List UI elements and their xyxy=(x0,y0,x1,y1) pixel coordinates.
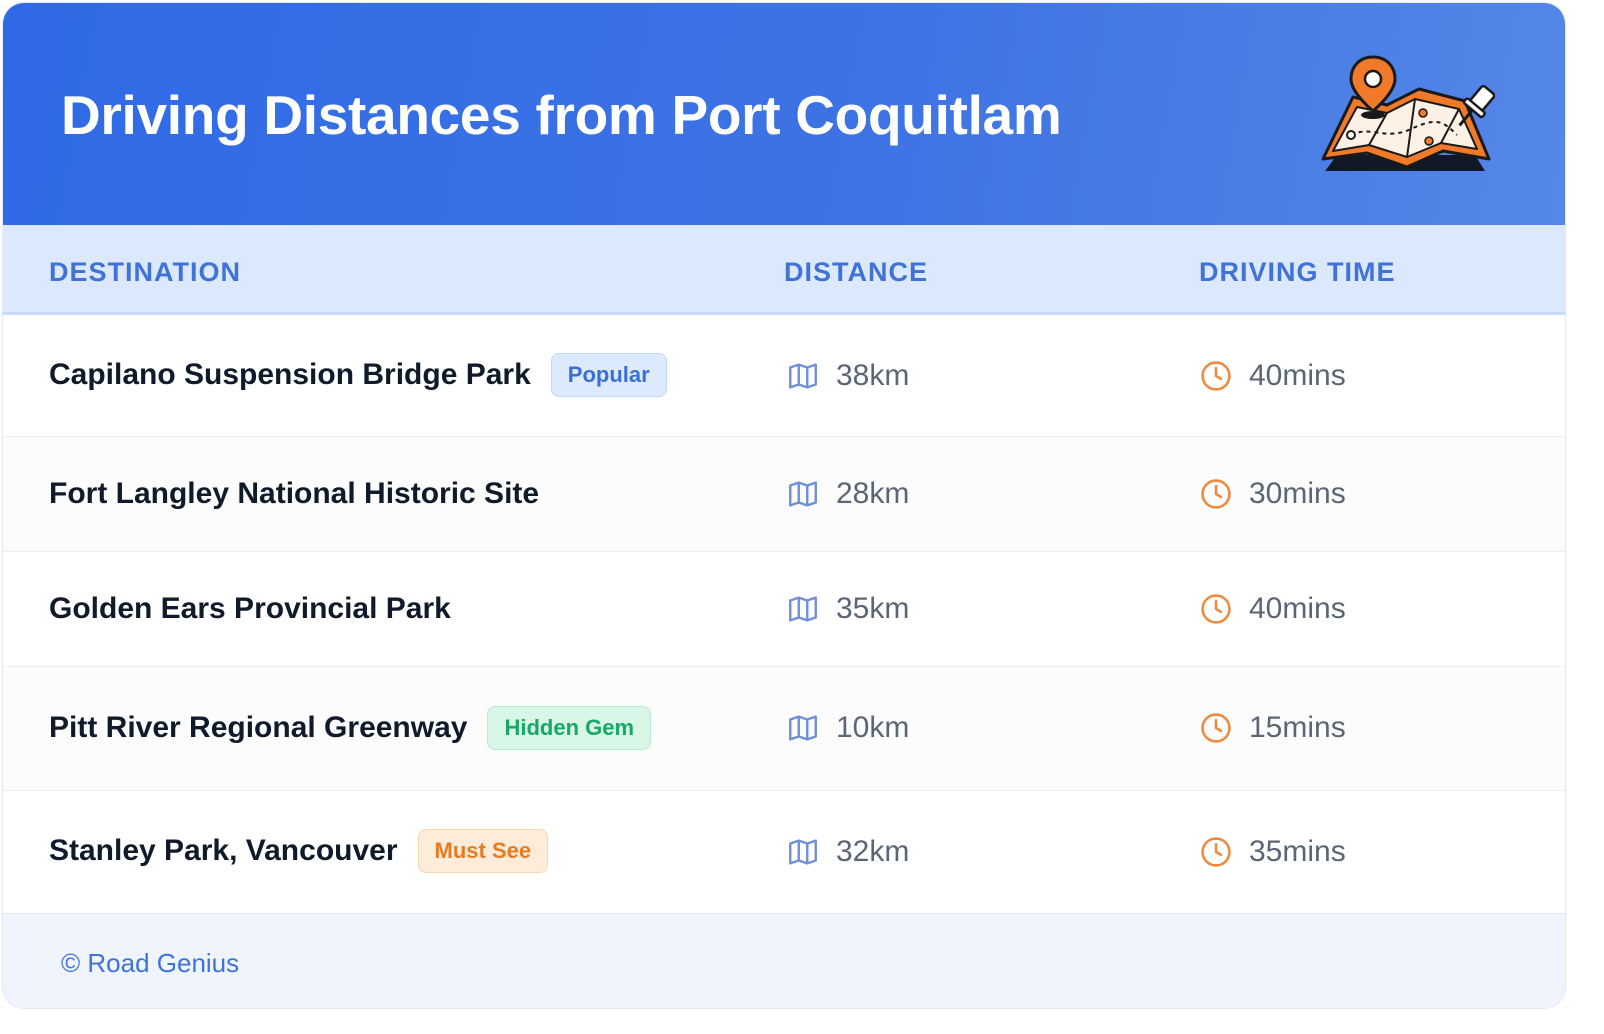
driving-time-value: 15mins xyxy=(1249,711,1346,744)
destination-name: Pitt River Regional Greenway xyxy=(49,711,468,744)
clock-icon xyxy=(1201,837,1231,867)
table-row: Golden Ears Provincial Park 35km 40mins xyxy=(3,552,1565,667)
driving-time-value: 40mins xyxy=(1249,592,1346,625)
column-header-distance: DISTANCE xyxy=(784,257,929,287)
table-row: Stanley Park, Vancouver Must See 32km 35… xyxy=(3,791,1565,915)
table-row: Capilano Suspension Bridge Park Popular … xyxy=(3,315,1565,437)
clock-icon xyxy=(1201,479,1231,509)
distance-value: 28km xyxy=(836,477,910,510)
driving-time-value: 30mins xyxy=(1249,477,1346,510)
clock-icon xyxy=(1201,361,1231,391)
column-header-driving-time: DRIVING TIME xyxy=(1199,257,1396,287)
clock-icon xyxy=(1201,713,1231,743)
card-footer: © Road Genius xyxy=(3,914,1565,1008)
destination-name: Stanley Park, Vancouver xyxy=(49,834,398,867)
destination-name: Golden Ears Provincial Park xyxy=(49,592,451,625)
distance-card: Driving Distances from Port Coquitlam DE… xyxy=(2,2,1566,1009)
page-title: Driving Distances from Port Coquitlam xyxy=(61,84,1062,146)
distance-value: 35km xyxy=(836,592,910,625)
distance-value: 10km xyxy=(836,711,910,744)
distance-value: 32km xyxy=(836,835,910,868)
column-header-destination: DESTINATION xyxy=(49,257,241,287)
table-header-row: DESTINATION DISTANCE DRIVING TIME xyxy=(3,225,1565,315)
hidden-gem-badge: Hidden Gem xyxy=(487,706,652,750)
popular-badge: Popular xyxy=(550,353,667,397)
table-row: Fort Langley National Historic Site 28km… xyxy=(3,437,1565,552)
map-icon xyxy=(789,481,817,507)
map-icon xyxy=(789,363,817,389)
card-header: Driving Distances from Port Coquitlam xyxy=(3,3,1565,225)
must-see-badge: Must See xyxy=(417,829,549,873)
map-icon xyxy=(789,596,817,622)
table-row: Pitt River Regional Greenway Hidden Gem … xyxy=(3,667,1565,791)
driving-time-value: 40mins xyxy=(1249,359,1346,392)
map-illustration-icon xyxy=(1321,55,1495,171)
copyright-text: © Road Genius xyxy=(61,948,240,978)
map-icon xyxy=(789,839,817,865)
driving-time-value: 35mins xyxy=(1249,835,1346,868)
clock-icon xyxy=(1201,594,1231,624)
destination-name: Capilano Suspension Bridge Park xyxy=(49,358,531,391)
destination-name: Fort Langley National Historic Site xyxy=(49,477,540,510)
distance-value: 38km xyxy=(836,359,910,392)
map-icon xyxy=(789,715,817,741)
